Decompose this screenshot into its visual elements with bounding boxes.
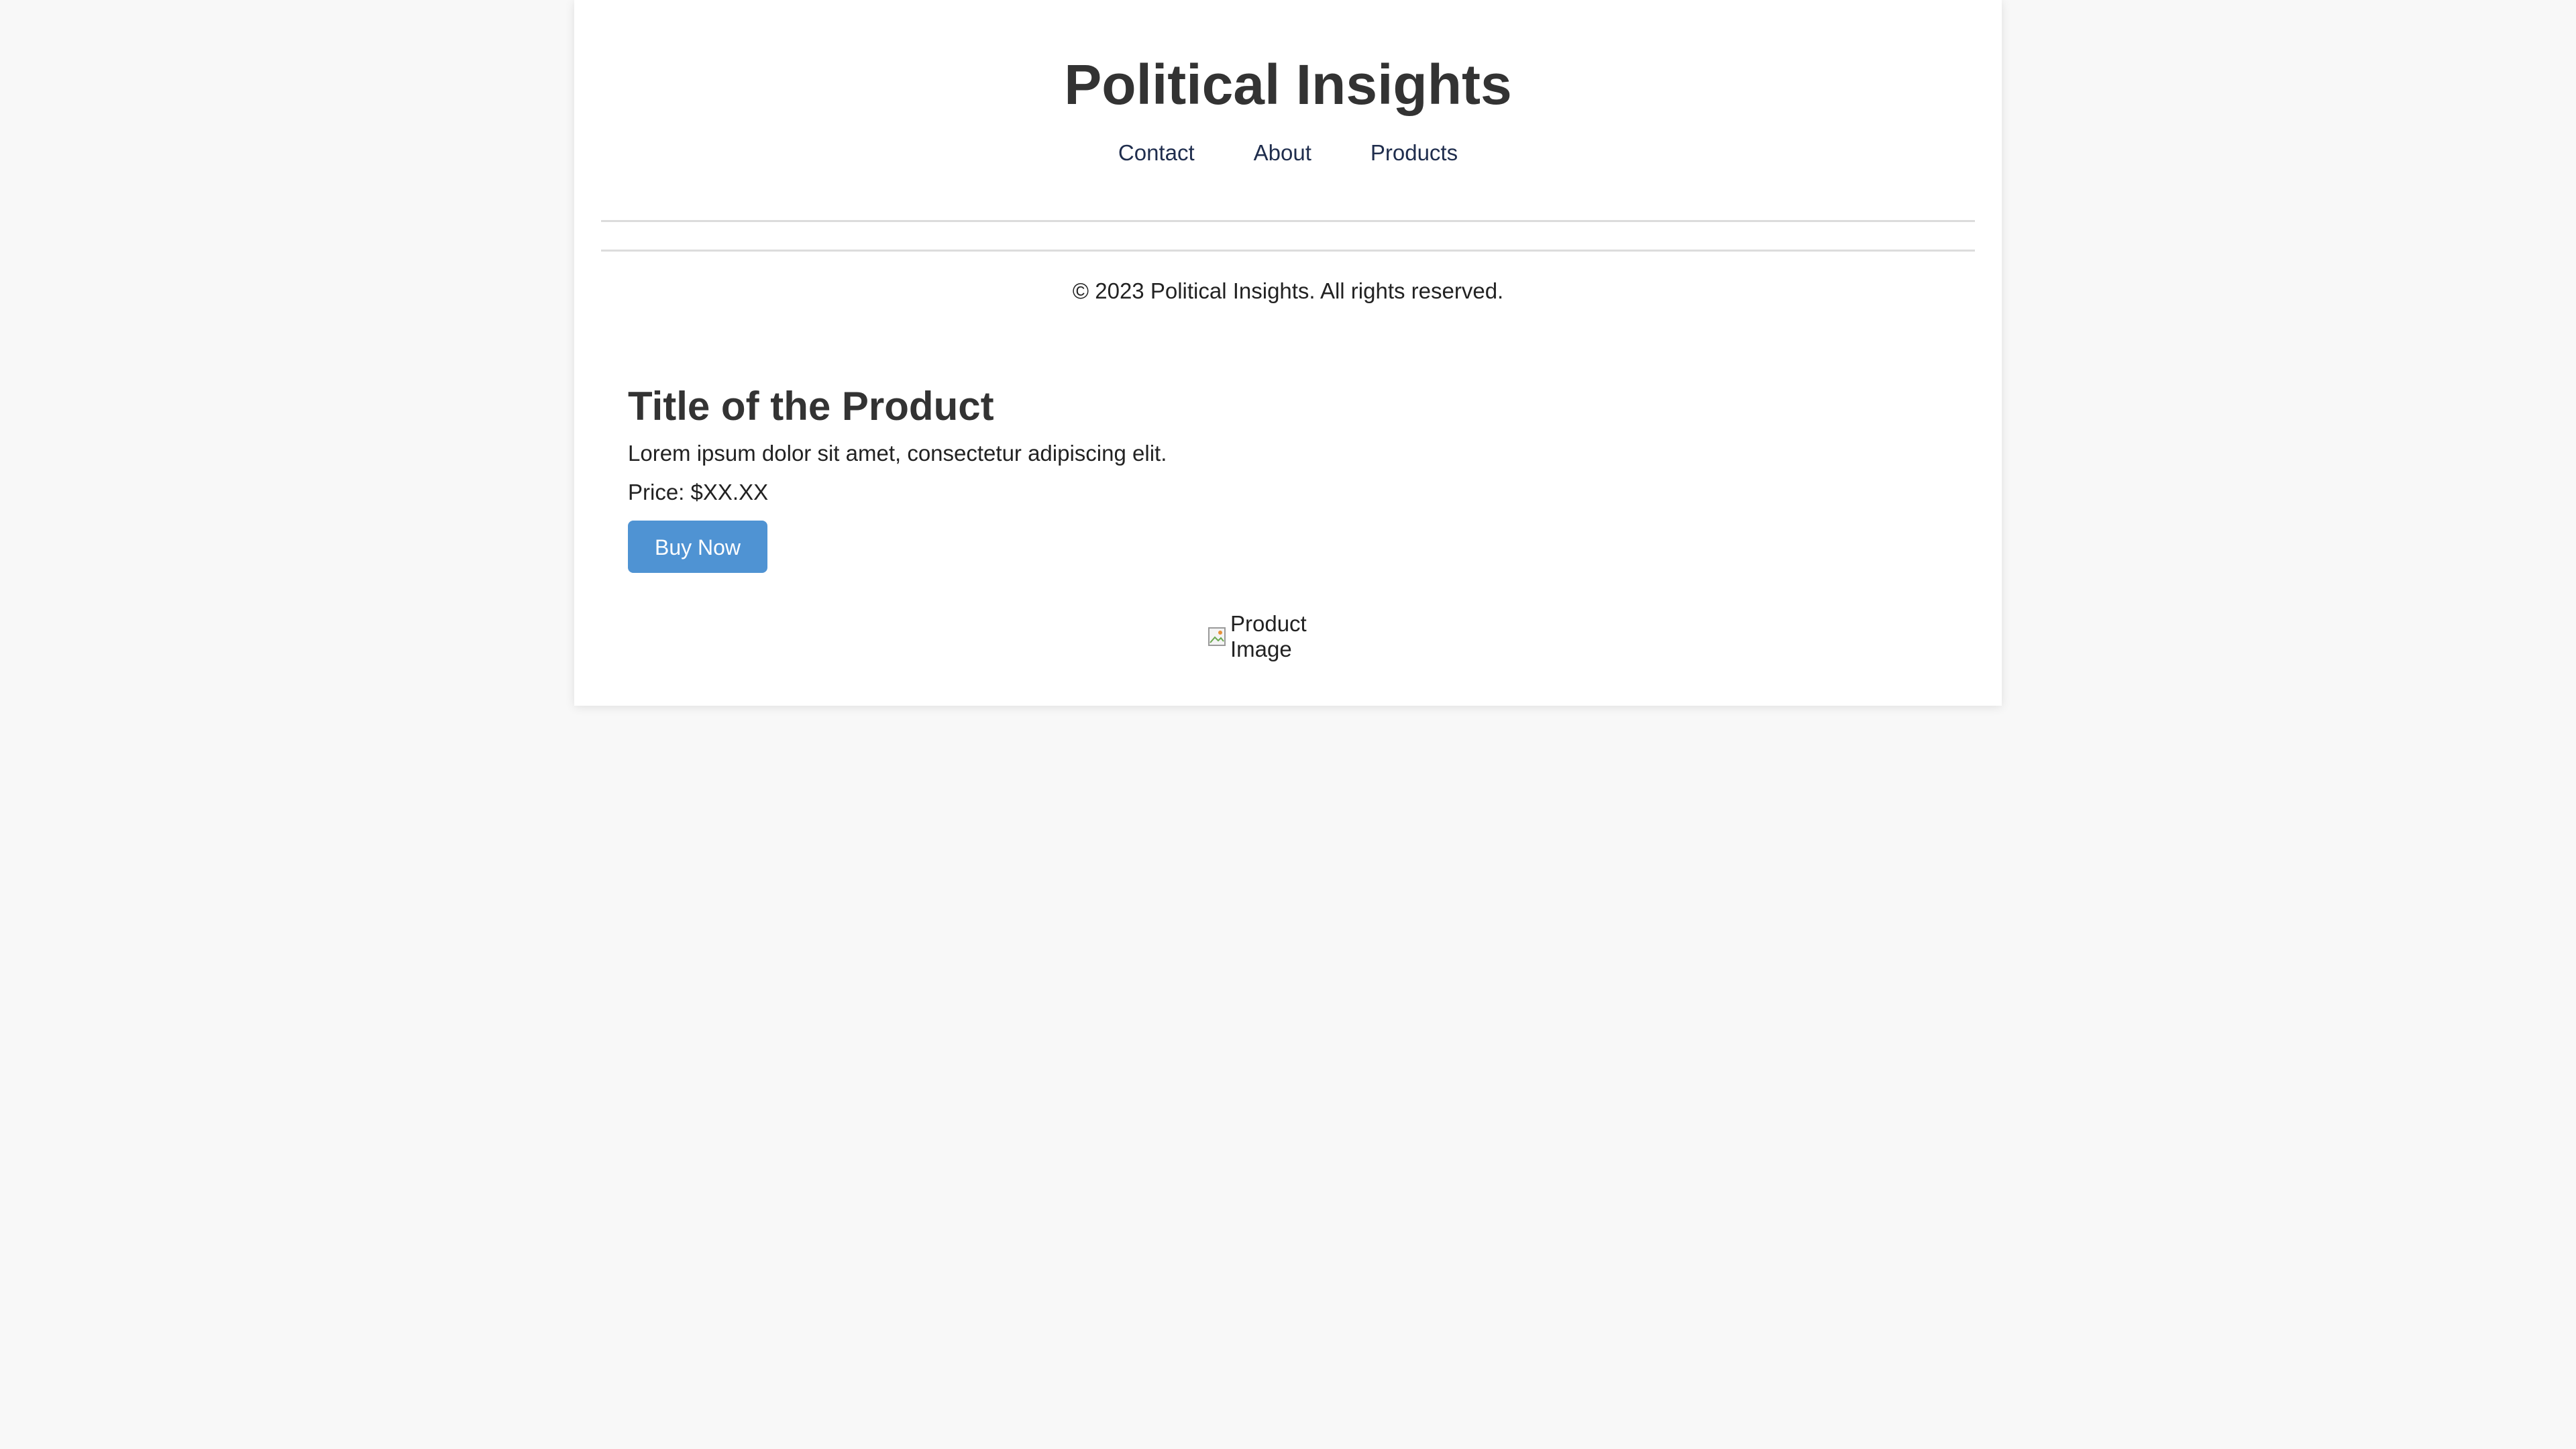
site-title: Political Insights bbox=[1064, 53, 1512, 116]
product-image: Product Image bbox=[1208, 611, 1370, 661]
nav-link-about[interactable]: About bbox=[1254, 137, 1311, 169]
divider bbox=[601, 250, 1975, 252]
divider bbox=[601, 220, 1975, 222]
product-title: Title of the Product bbox=[628, 384, 994, 429]
nav-link-products[interactable]: Products bbox=[1371, 137, 1458, 169]
broken-image-icon bbox=[1208, 625, 1228, 648]
page-container: Political Insights Contact About Product… bbox=[574, 0, 2002, 706]
product-price: Price: $XX.XX bbox=[628, 480, 769, 504]
nav-link-contact[interactable]: Contact bbox=[1118, 137, 1195, 169]
product-description: Lorem ipsum dolor sit amet, consectetur … bbox=[628, 441, 1167, 466]
product-card: Title of the Product Lorem ipsum dolor s… bbox=[628, 378, 1948, 573]
product-image-alt: Product Image bbox=[1230, 611, 1307, 661]
main-nav: Contact About Products bbox=[574, 137, 2002, 169]
copyright-text: © 2023 Political Insights. All rights re… bbox=[1072, 278, 1504, 303]
site-header: Political Insights Contact About Product… bbox=[574, 0, 2002, 221]
buy-now-button[interactable]: Buy Now bbox=[628, 521, 767, 573]
